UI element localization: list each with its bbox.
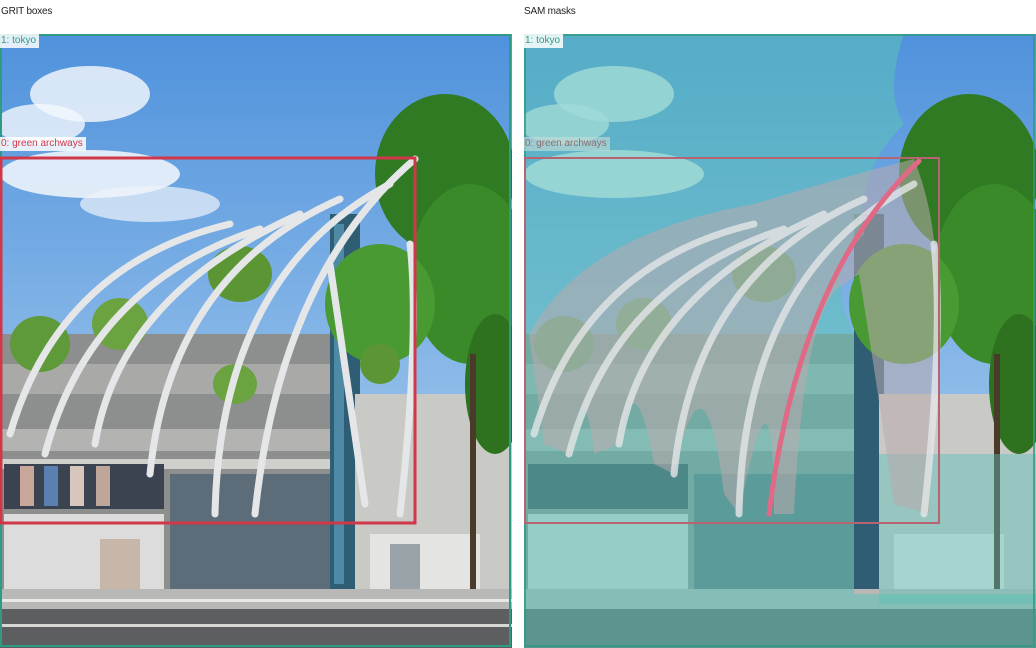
tokyo-box-label: 1: tokyo xyxy=(0,34,40,48)
grit-boxes-panel: 1: tokyo 0: green archways xyxy=(0,34,512,648)
scene-image xyxy=(0,34,512,648)
sam-masks-panel: 1: tokyo 0: green archways xyxy=(524,34,1036,648)
green-archways-mask-label: 0: green archways xyxy=(524,137,610,151)
photo-content xyxy=(0,34,512,648)
right-panel-title: SAM masks xyxy=(524,6,576,17)
green-archways-box-label: 0: green archways xyxy=(0,137,86,151)
left-panel-title: GRIT boxes xyxy=(1,6,53,17)
tokyo-mask-label: 1: tokyo xyxy=(524,34,564,48)
scene-image-masked xyxy=(524,34,1036,648)
